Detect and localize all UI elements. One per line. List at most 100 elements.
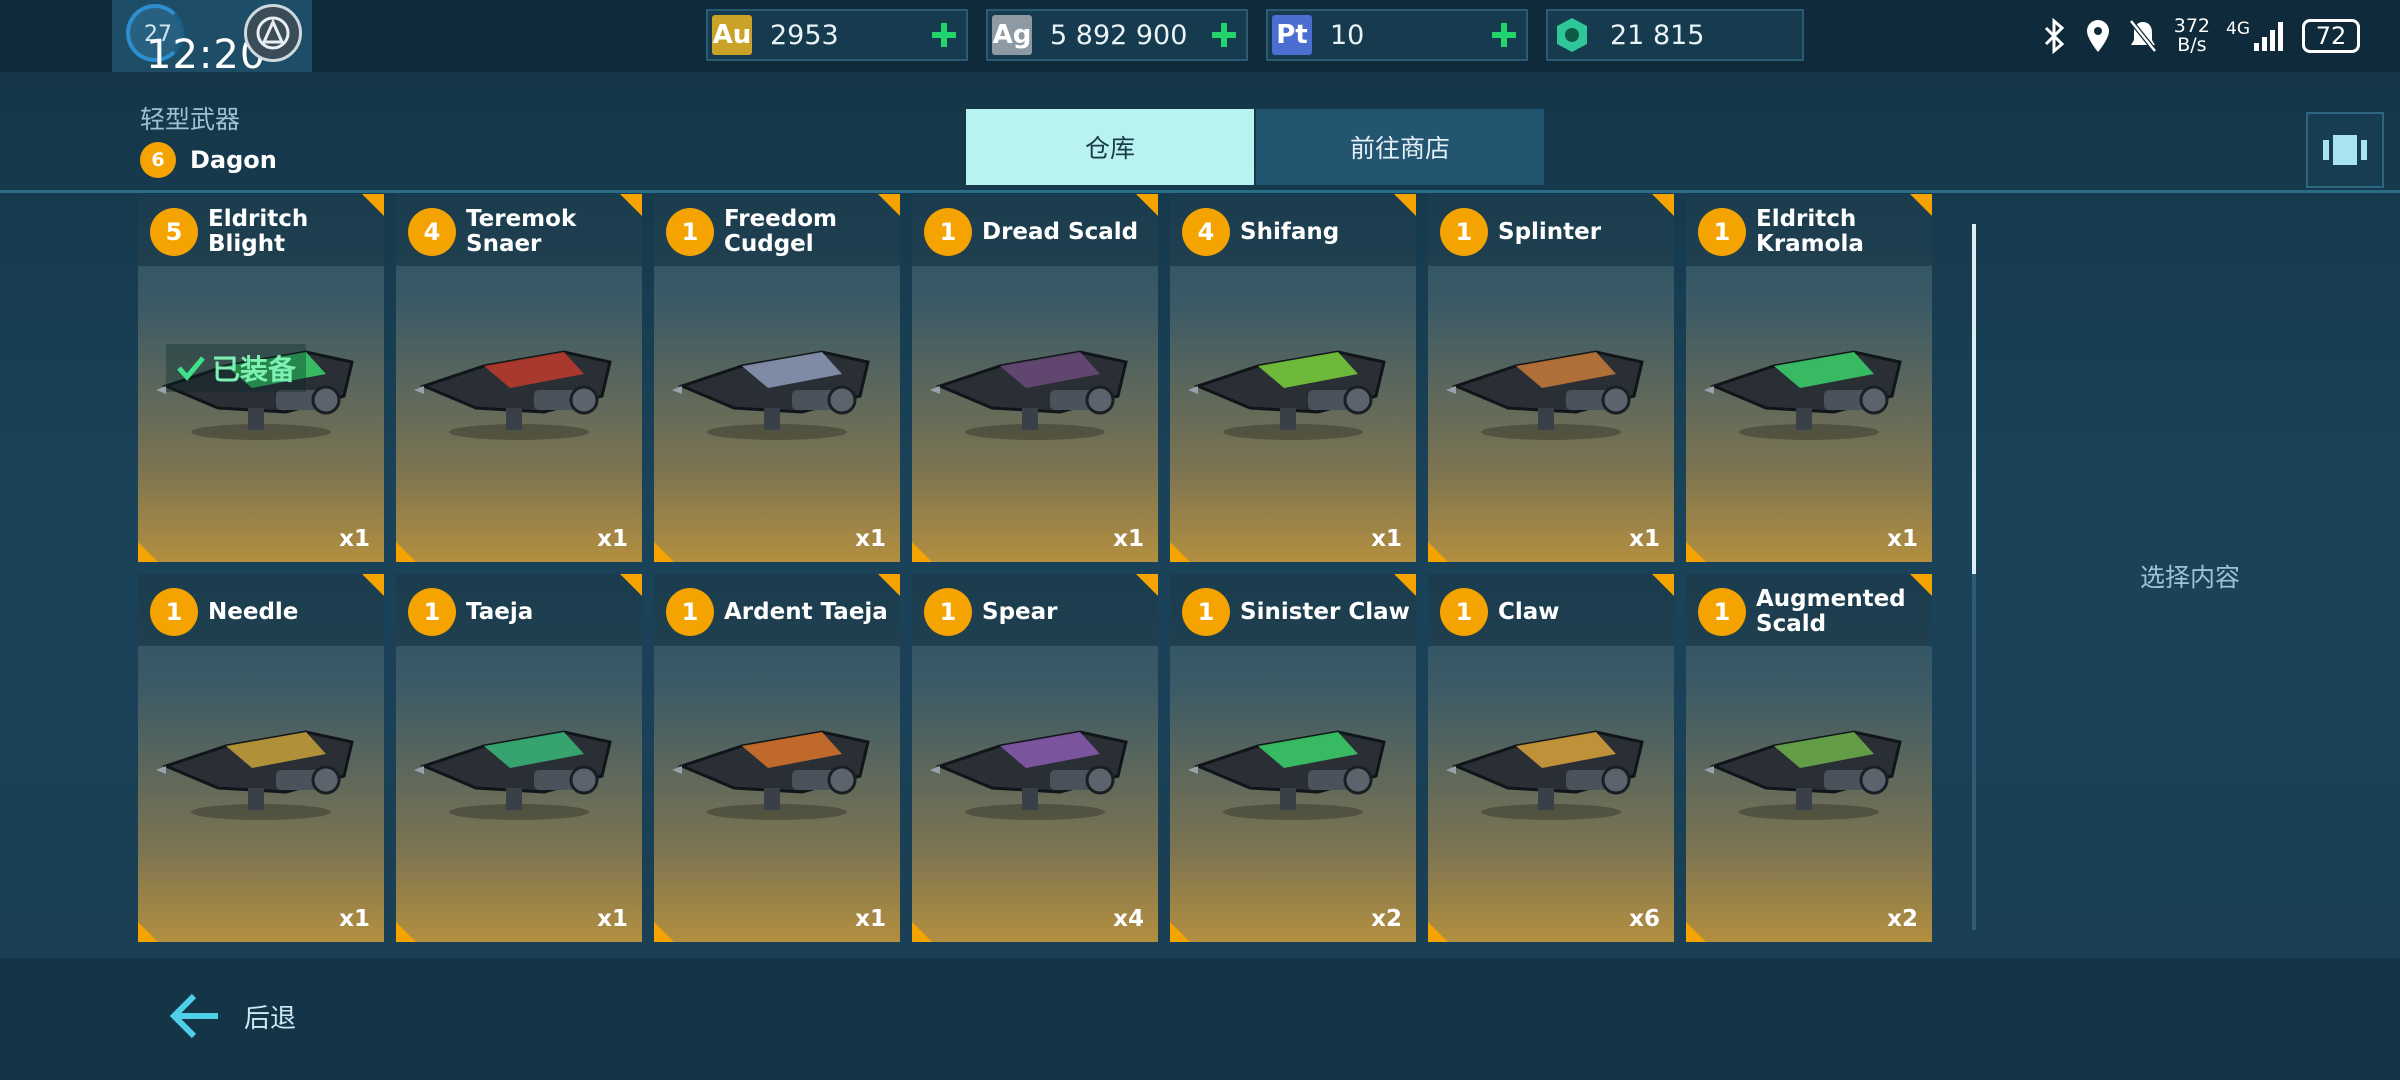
gem-value: 21 815 (1610, 19, 1705, 51)
weapon-image-icon (1446, 350, 1644, 440)
plus-icon (1212, 23, 1236, 47)
weapon-level-badge: 4 (1182, 208, 1230, 256)
weapon-card[interactable]: 1 Ardent Taeja x1 (654, 574, 900, 942)
rank-badge-icon[interactable] (244, 4, 302, 62)
weapon-image-icon (414, 730, 612, 820)
battery-indicator: 72 (2302, 19, 2360, 53)
weapon-level-badge: 1 (924, 588, 972, 636)
silver-value: 5 892 900 (1050, 19, 1188, 51)
platinum-value: 10 (1330, 19, 1365, 51)
weapon-quantity: x1 (1629, 526, 1660, 552)
weapon-card[interactable]: 4 Shifang x1 (1170, 194, 1416, 562)
tab-warehouse[interactable]: 仓库 (966, 109, 1254, 185)
weapon-quantity: x4 (1113, 906, 1144, 932)
weapon-quantity: x1 (855, 526, 886, 552)
weapon-name: Eldritch Blight (208, 206, 309, 257)
weapon-level-badge: 1 (1440, 588, 1488, 636)
weapon-level-badge: 1 (1698, 208, 1746, 256)
weapon-level-badge: 1 (1182, 588, 1230, 636)
weapon-quantity: x1 (597, 526, 628, 552)
weapon-level-badge: 1 (1698, 588, 1746, 636)
weapon-image-icon (1188, 730, 1386, 820)
weapon-level-badge: 1 (924, 208, 972, 256)
player-status: 27 12:20 (112, 0, 312, 78)
arrow-left-icon (169, 993, 218, 1039)
card-corner-marker (1428, 922, 1448, 942)
weapon-name: Dread Scald (982, 218, 1139, 245)
equipped-indicator: 已装备 (166, 344, 307, 392)
weapon-name: Sinister Claw (1240, 598, 1410, 625)
silver-icon: Ag (992, 15, 1032, 55)
weapon-card[interactable]: 4 Teremok Snaer x1 (396, 194, 642, 562)
weapon-card[interactable]: 1 Dread Scald x1 (912, 194, 1158, 562)
weapon-card[interactable]: 1 Spear x4 (912, 574, 1158, 942)
weapon-name: Shifang (1240, 218, 1340, 245)
weapon-quantity: x1 (1887, 526, 1918, 552)
add-silver-button[interactable] (1202, 13, 1246, 57)
weapon-quantity: x6 (1629, 906, 1660, 932)
card-corner-marker (912, 542, 932, 562)
weapon-image-icon (672, 730, 870, 820)
ship-level-badge: 6 (140, 142, 176, 178)
currency-silver: Ag 5 892 900 (986, 9, 1248, 61)
currency-platinum: Pt 10 (1266, 9, 1528, 61)
weapon-category: 轻型武器 (140, 105, 241, 134)
tab-shop[interactable]: 前往商店 (1256, 109, 1544, 185)
card-corner-marker (396, 542, 416, 562)
weapon-name: Ardent Taeja (724, 598, 888, 625)
gold-icon: Au (712, 15, 752, 55)
weapon-level-badge: 5 (150, 208, 198, 256)
weapon-name: Splinter (1498, 218, 1602, 245)
add-platinum-button[interactable] (1482, 13, 1526, 57)
weapon-level-badge: 1 (408, 588, 456, 636)
network-type: 4G (2226, 19, 2250, 39)
weapon-name: Needle (208, 598, 299, 625)
back-button[interactable]: 后退 (168, 986, 296, 1046)
weapon-name: Claw (1498, 598, 1560, 625)
equipped-label: 已装备 (212, 353, 297, 386)
card-corner-marker (912, 922, 932, 942)
weapon-card[interactable]: 5 Eldritch Blight 已装备 x1 (138, 194, 384, 562)
card-corner-marker (1428, 542, 1448, 562)
weapon-image-icon (414, 350, 612, 440)
weapon-image-icon (930, 730, 1128, 820)
weapon-card[interactable]: 1 Taeja x1 (396, 574, 642, 942)
weapon-image-icon (156, 730, 354, 820)
weapon-quantity: x1 (339, 906, 370, 932)
back-label: 后退 (244, 1003, 297, 1034)
weapon-level-badge: 4 (408, 208, 456, 256)
card-corner-marker (654, 542, 674, 562)
weapon-card[interactable]: 1 Augmented Scald x2 (1686, 574, 1932, 942)
weapon-card[interactable]: 1 Sinister Claw x2 (1170, 574, 1416, 942)
scrollbar-thumb[interactable] (1972, 224, 1976, 574)
view-toggle-button[interactable] (2306, 112, 2384, 188)
card-corner-marker (138, 542, 158, 562)
header-divider (0, 190, 2400, 193)
net-speed: 372 B/s (2174, 17, 2210, 55)
weapon-card[interactable]: 1 Eldritch Kramola x1 (1686, 194, 1932, 562)
net-speed-unit: B/s (2177, 34, 2207, 56)
gem-icon (1552, 15, 1592, 55)
card-corner-marker (396, 922, 416, 942)
check-icon (177, 356, 205, 381)
plus-icon (932, 23, 956, 47)
weapon-image-icon (1188, 350, 1386, 440)
card-corner-marker (1170, 922, 1190, 942)
weapon-card[interactable]: 1 Needle x1 (138, 574, 384, 942)
weapon-level-badge: 1 (666, 208, 714, 256)
card-corner-marker (654, 922, 674, 942)
gold-value: 2953 (770, 19, 839, 51)
card-corner-marker (1686, 542, 1706, 562)
carousel-view-icon (2323, 135, 2367, 165)
ship-info: 6 Dagon (140, 142, 277, 178)
bluetooth-icon (2044, 18, 2064, 54)
weapon-image-icon (1704, 350, 1902, 440)
weapon-card[interactable]: 1 Claw x6 (1428, 574, 1674, 942)
weapon-quantity: x2 (1887, 906, 1918, 932)
weapon-name: Taeja (466, 598, 534, 625)
weapon-card[interactable]: 1 Splinter x1 (1428, 194, 1674, 562)
weapon-card[interactable]: 1 Freedom Cudgel x1 (654, 194, 900, 562)
add-gold-button[interactable] (922, 13, 966, 57)
ship-name: Dagon (190, 146, 277, 174)
weapon-quantity: x1 (1113, 526, 1144, 552)
